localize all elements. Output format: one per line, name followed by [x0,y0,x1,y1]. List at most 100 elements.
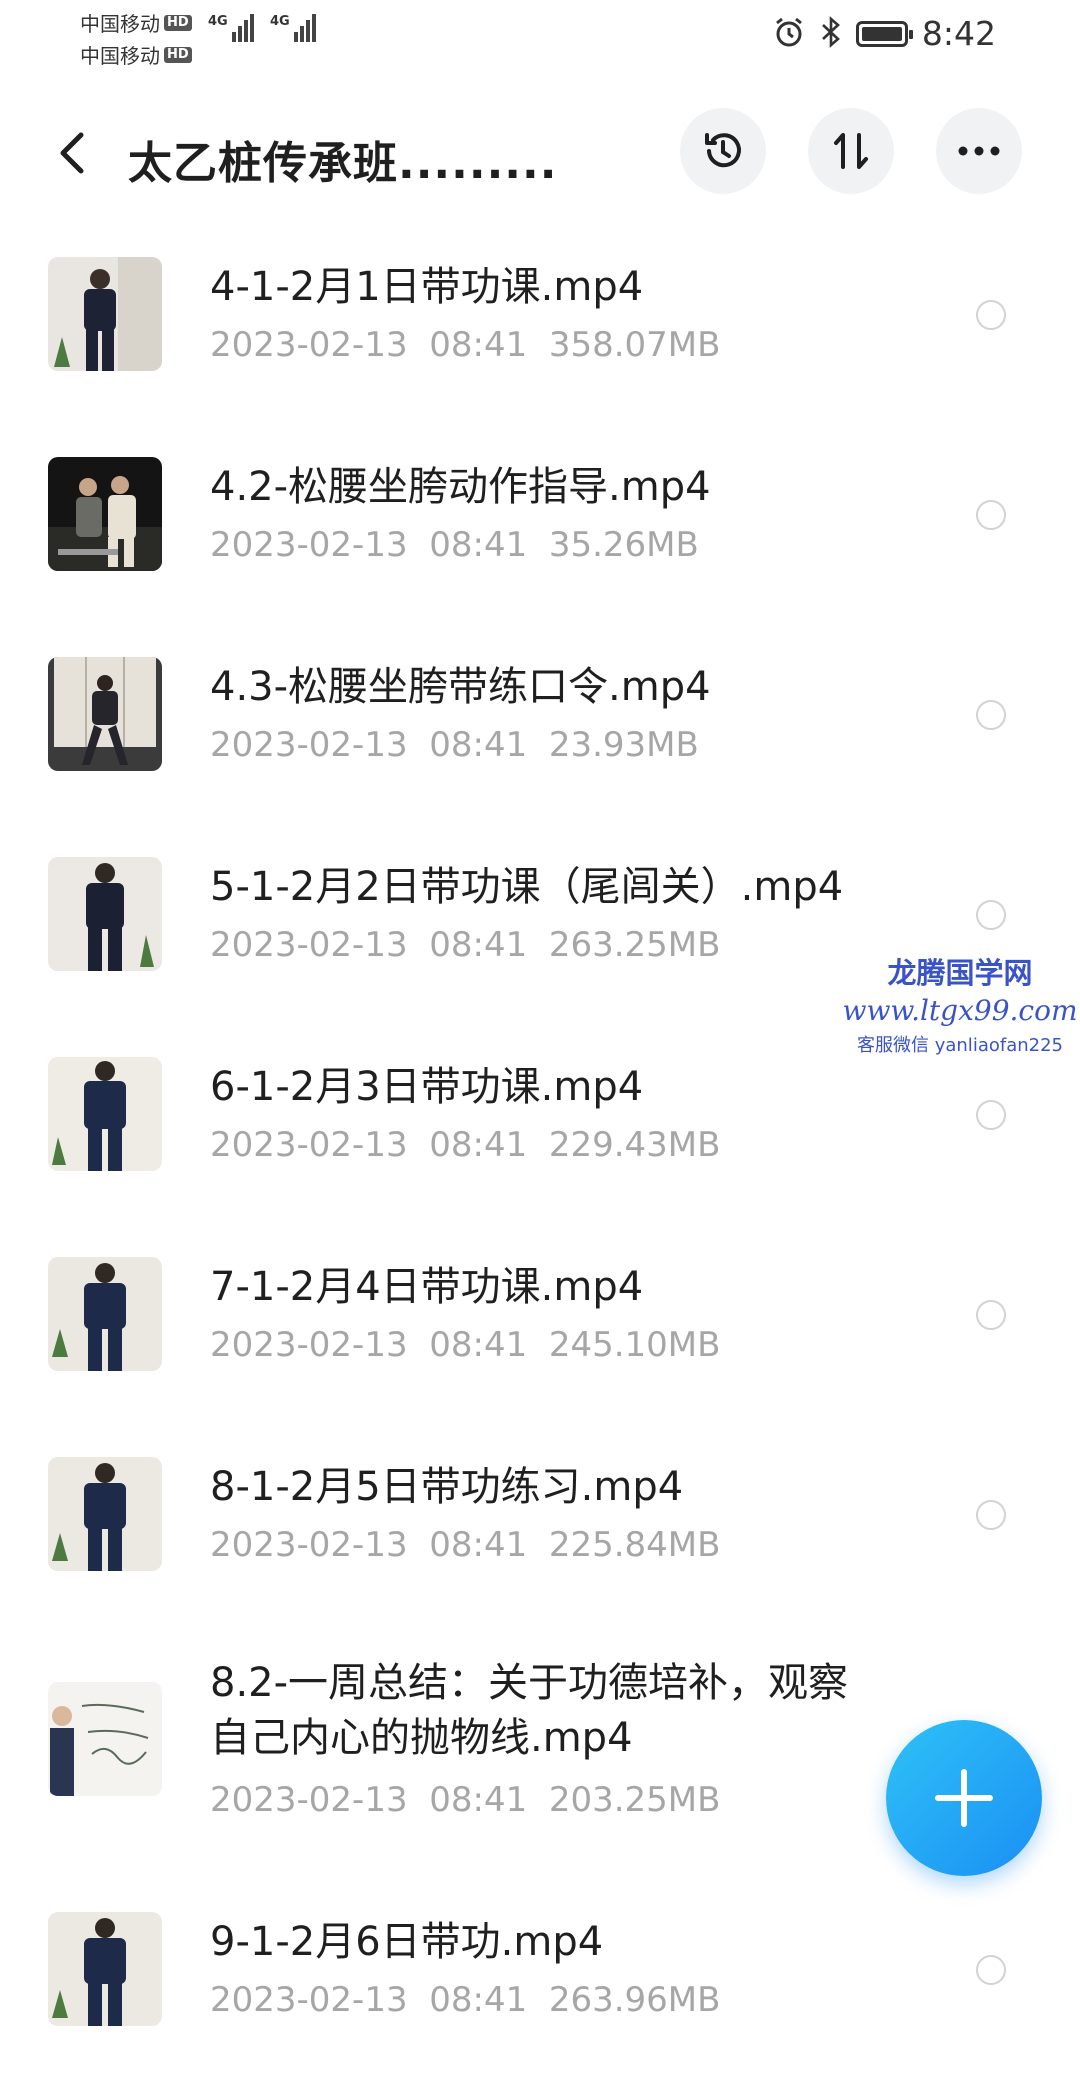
file-time: 08:41 [429,1325,528,1365]
file-size: 229.43MB [548,1125,721,1165]
file-size: 225.84MB [548,1525,721,1565]
signal-icon-2: 4G [270,14,316,42]
alarm-icon [772,15,806,53]
list-item[interactable]: 8-1-2月5日带功练习.mp4 2023-02-13 08:41 225.84… [0,1430,1080,1630]
hd-badge-2: HD [164,46,192,63]
file-date: 2023-02-13 [210,1525,408,1565]
signal-icon: 4G [208,14,254,42]
file-size: 35.26MB [548,525,699,565]
file-name-line-2: 自己内心的抛物线.mp4 [210,1715,633,1761]
watermark-contact: 客服微信 yanliaofan225 [857,1035,1063,1056]
status-bar: 中国移动 HD 中国移动 HD 4G 4G 8:42 [0,0,1080,70]
hd-badge-1: HD [164,14,192,31]
file-meta: 2023-02-13 08:41 35.26MB [210,525,699,565]
file-name: 9-1-2月6日带功.mp4 [210,1919,604,1965]
file-name: 6-1-2月3日带功课.mp4 [210,1064,644,1110]
header: 太乙桩传承班......... [0,105,1080,205]
file-date: 2023-02-13 [210,1325,408,1365]
status-icons: 8:42 [772,14,996,53]
file-name: 7-1-2月4日带功课.mp4 [210,1264,644,1310]
file-time: 08:41 [429,325,528,365]
clock: 8:42 [921,14,996,53]
more-icon [958,146,1000,156]
video-thumbnail [48,1682,162,1796]
file-size: 23.93MB [548,725,699,765]
file-meta: 2023-02-13 08:41 229.43MB [210,1125,720,1165]
list-item[interactable]: 4.3-松腰坐胯带练口令.mp4 2023-02-13 08:41 23.93M… [0,630,1080,830]
sort-icon [834,133,868,169]
file-time: 08:41 [429,1980,528,2020]
select-radio[interactable] [976,700,1006,730]
watermark-url: www.ltgx99.com [842,994,1078,1027]
battery-icon [855,20,913,47]
file-time: 08:41 [429,725,528,765]
file-date: 2023-02-13 [210,725,408,765]
file-date: 2023-02-13 [210,525,408,565]
file-meta: 2023-02-13 08:41 263.96MB [210,1980,720,2020]
sort-button[interactable] [808,108,894,194]
watermark-title: 龙腾国学网 [887,956,1033,990]
more-button[interactable] [936,108,1022,194]
file-date: 2023-02-13 [210,925,408,965]
page-title: 太乙桩传承班......... [128,138,558,189]
back-arrow-icon [60,132,84,174]
file-name: 4-1-2月1日带功课.mp4 [210,264,644,310]
file-time: 08:41 [429,525,528,565]
file-size: 263.25MB [548,925,721,965]
back-button[interactable] [44,125,100,181]
video-thumbnail [48,1257,162,1371]
file-size: 203.25MB [548,1780,721,1820]
file-size: 245.10MB [548,1325,721,1365]
list-item[interactable]: 6-1-2月3日带功课.mp4 2023-02-13 08:41 229.43M… [0,1030,1080,1230]
video-thumbnail [48,1457,162,1571]
file-name: 4.2-松腰坐胯动作指导.mp4 [210,464,711,510]
file-time: 08:41 [429,925,528,965]
bluetooth-icon [820,15,842,53]
list-item[interactable]: 4.2-松腰坐胯动作指导.mp4 2023-02-13 08:41 35.26M… [0,430,1080,630]
select-radio[interactable] [976,900,1006,930]
file-date: 2023-02-13 [210,1780,408,1820]
select-radio[interactable] [976,300,1006,330]
video-thumbnail [48,257,162,371]
file-meta: 2023-02-13 08:41 358.07MB [210,325,720,365]
file-name-line-1: 8.2-一周总结：关于功德培补，观察 [210,1660,849,1706]
carrier-1: 中国移动 HD [80,8,192,37]
select-radio[interactable] [976,1500,1006,1530]
file-size: 358.07MB [548,325,721,365]
carrier-2: 中国移动 HD [80,40,192,69]
select-radio[interactable] [976,1955,1006,1985]
file-meta: 2023-02-13 08:41 225.84MB [210,1525,720,1565]
watermark: 龙腾国学网 www.ltgx99.com 客服微信 yanliaofan225 [840,950,1080,1057]
add-button[interactable] [886,1720,1042,1876]
list-item[interactable]: 9-1-2月6日带功.mp4 2023-02-13 08:41 263.96MB [0,1885,1080,2085]
file-date: 2023-02-13 [210,1125,408,1165]
file-date: 2023-02-13 [210,1980,408,2020]
file-time: 08:41 [429,1125,528,1165]
file-name: 8-1-2月5日带功练习.mp4 [210,1464,684,1510]
carrier-2-label: 中国移动 [80,44,160,68]
history-button[interactable] [680,108,766,194]
file-meta: 2023-02-13 08:41 245.10MB [210,1325,720,1365]
select-radio[interactable] [976,1100,1006,1130]
video-thumbnail [48,1057,162,1171]
file-time: 08:41 [429,1525,528,1565]
carrier-1-label: 中国移动 [80,12,160,36]
file-name: 4.3-松腰坐胯带练口令.mp4 [210,664,711,710]
video-thumbnail [48,657,162,771]
select-radio[interactable] [976,500,1006,530]
file-meta: 2023-02-13 08:41 23.93MB [210,725,699,765]
plus-icon [935,1769,993,1827]
file-time: 08:41 [429,1780,528,1820]
file-size: 263.96MB [548,1980,721,2020]
select-radio[interactable] [976,1300,1006,1330]
history-icon [705,133,741,168]
file-meta: 2023-02-13 08:41 263.25MB [210,925,720,965]
file-date: 2023-02-13 [210,325,408,365]
video-thumbnail [48,857,162,971]
list-item[interactable]: 4-1-2月1日带功课.mp4 2023-02-13 08:41 358.07M… [0,230,1080,430]
video-thumbnail [48,457,162,571]
list-item[interactable]: 7-1-2月4日带功课.mp4 2023-02-13 08:41 245.10M… [0,1230,1080,1430]
file-meta: 2023-02-13 08:41 203.25MB [210,1780,720,1820]
video-thumbnail [48,1912,162,2026]
file-name: 5-1-2月2日带功课（尾闾关）.mp4 [210,864,844,910]
